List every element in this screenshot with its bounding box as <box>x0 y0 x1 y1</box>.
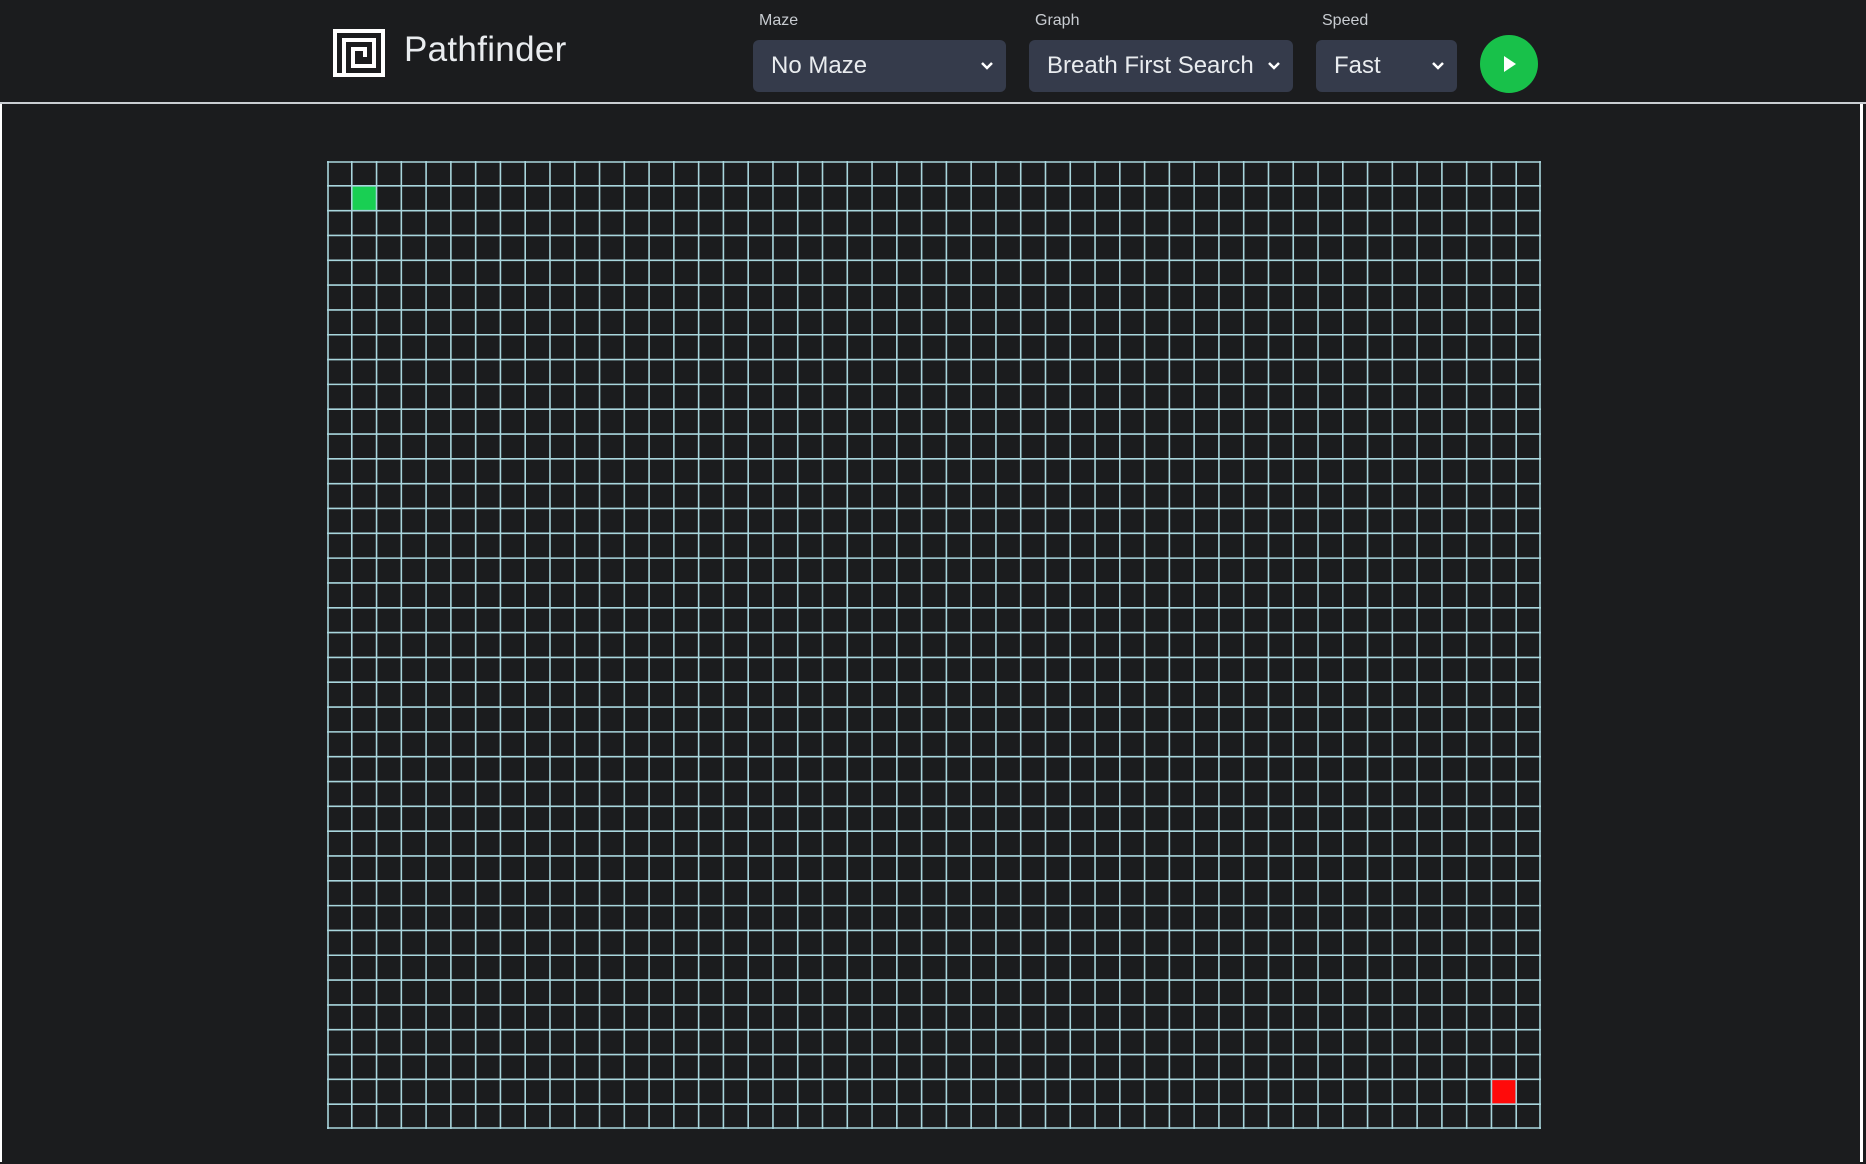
chevron-down-icon <box>1432 62 1444 70</box>
top-bar: Pathfinder Maze No Maze Graph Breath Fir… <box>0 0 1866 104</box>
chevron-down-icon <box>981 62 993 70</box>
play-icon <box>1504 56 1516 72</box>
grid-canvas[interactable] <box>327 161 1541 1129</box>
maze-select-value: No Maze <box>771 52 868 79</box>
app-title: Pathfinder <box>404 30 567 69</box>
maze-label: Maze <box>759 12 799 29</box>
speed-select-value: Fast <box>1334 52 1381 79</box>
graph-select-value: Breath First Search <box>1047 52 1254 79</box>
pathfinding-grid[interactable] <box>327 161 1541 1129</box>
end-node[interactable] <box>1491 1079 1517 1105</box>
chevron-down-icon <box>1268 62 1280 70</box>
start-node[interactable] <box>351 185 377 211</box>
graph-label: Graph <box>1035 12 1080 29</box>
maze-select[interactable]: No Maze <box>753 40 1006 92</box>
grid-background <box>327 161 1541 1129</box>
logo-icon <box>333 29 385 77</box>
speed-label: Speed <box>1322 12 1369 29</box>
speed-select[interactable]: Fast <box>1316 40 1457 92</box>
graph-select[interactable]: Breath First Search <box>1029 40 1293 92</box>
play-button[interactable] <box>1480 35 1538 93</box>
